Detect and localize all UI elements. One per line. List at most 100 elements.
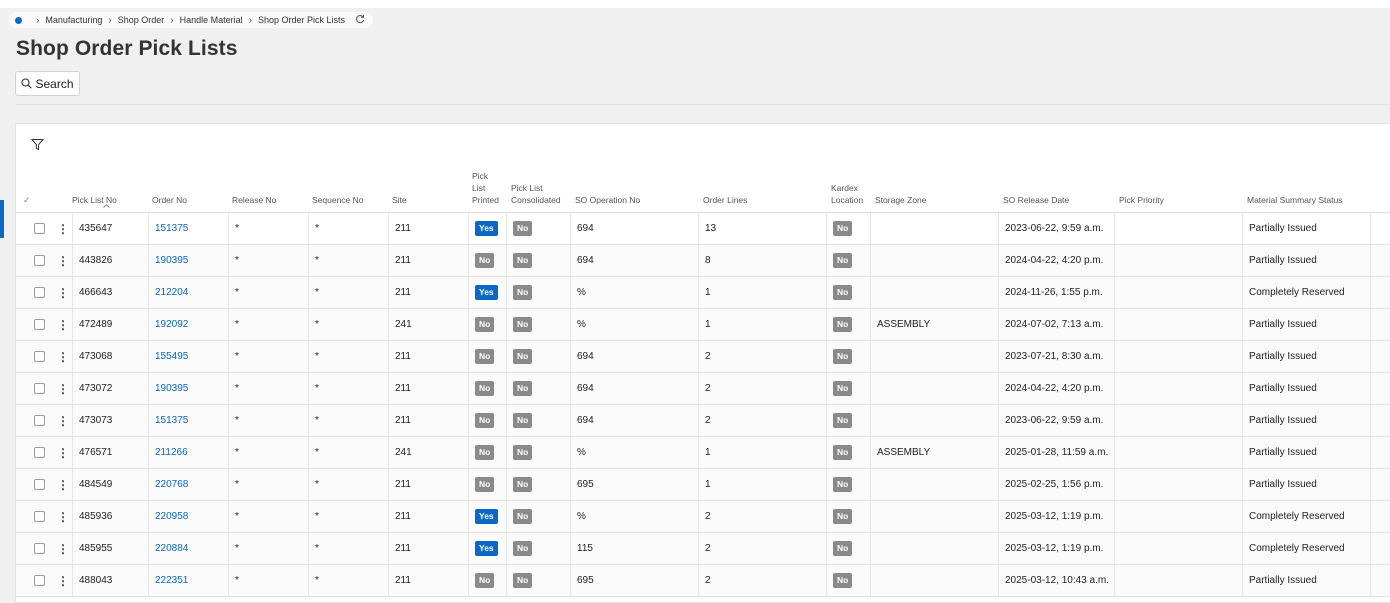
table-row[interactable]: ⋮ 485936 220958 * * 211 Yes No% 2 No 2025-03-12, 1… (16, 501, 1390, 533)
cell-order-lines: 2 (698, 565, 826, 596)
row-checkbox[interactable] (33, 287, 45, 298)
kebab-menu-icon[interactable]: ⋮ (57, 287, 69, 299)
kardex-badge: No (833, 509, 853, 524)
table-row[interactable]: ⋮ 472489 192092 * * 241 No No% 1 No ASSEMBLY 2024-0… (16, 309, 1390, 341)
order-no-link[interactable]: 220958 (155, 511, 188, 522)
table-row[interactable]: ⋮ 488043 222351 * * 211 No No 695 2 No 2025-03-12, … (16, 565, 1390, 597)
table-row[interactable]: ⋮ 473073 151375 * * 211 No No 694 2 No 2023-06-22, … (16, 405, 1390, 437)
col-site[interactable]: Site (392, 160, 472, 212)
cell-site: 211 (388, 373, 468, 404)
order-no-link[interactable]: 222351 (155, 575, 188, 586)
row-checkbox[interactable] (33, 543, 45, 554)
cell-pick-list-printed: Yes (468, 533, 506, 564)
cell-order-lines: 1 (698, 277, 826, 308)
table-row[interactable]: ⋮ 485955 220884 * * 211 Yes No 115 2 No 2025-03-12,… (16, 533, 1390, 565)
row-checkbox[interactable] (33, 351, 45, 362)
order-no-link[interactable]: 151375 (155, 223, 188, 234)
table-row[interactable]: ⋮ 466643 212204 * * 211 Yes No% 1 No 2024-11-26, 1… (16, 277, 1390, 309)
row-checkbox[interactable] (33, 511, 45, 522)
kebab-menu-icon[interactable]: ⋮ (57, 255, 69, 267)
row-checkbox[interactable] (33, 479, 45, 490)
col-order-no[interactable]: Order No (152, 160, 232, 212)
cell-material-summary-status: Partially Issued (1242, 405, 1370, 436)
order-no-link[interactable]: 211266 (155, 447, 188, 458)
order-no-link[interactable]: 192092 (155, 319, 188, 330)
cell-pick-priority (1114, 565, 1242, 596)
cell-storage-zone (870, 565, 998, 596)
consolidated-badge: No (513, 253, 533, 268)
cell-sequence-no-value: * (315, 511, 319, 522)
cell-material-summary-status: Partially Issued (1242, 213, 1370, 244)
kebab-menu-icon[interactable]: ⋮ (57, 319, 69, 331)
cell-order-lines: 2 (698, 405, 826, 436)
table-row[interactable]: ⋮ 435647 151375 * * 211 Yes No 694 13 No 2023-06-22… (16, 213, 1390, 245)
select-all-check-icon[interactable]: ✓ (23, 195, 31, 206)
sort-ascending-icon (103, 204, 110, 208)
col-release-no[interactable]: Release No (232, 160, 312, 212)
table-row[interactable]: ⋮ 476571 211266 * * 241 No No% 1 No ASSEMBLY 2025-0… (16, 437, 1390, 469)
row-checkbox (24, 341, 54, 372)
col-storage-zone[interactable]: Storage Zone (875, 160, 1003, 212)
cell-so-operation-no-value: 694 (577, 415, 594, 426)
kebab-menu-icon[interactable]: ⋮ (57, 575, 69, 587)
order-no-link[interactable]: 212204 (155, 287, 188, 298)
col-pick-list-no[interactable]: Pick List No (72, 160, 152, 212)
table-row[interactable]: ⋮ 473072 190395 * * 211 No No 694 2 No 2024-04-22, … (16, 373, 1390, 405)
kebab-menu-icon[interactable]: ⋮ (57, 543, 69, 555)
kebab-menu-icon[interactable]: ⋮ (57, 383, 69, 395)
table-row[interactable]: ⋮ 484549 220768 * * 211 No No 695 1 No 2025-02-25, … (16, 469, 1390, 501)
order-no-link[interactable]: 151375 (155, 415, 188, 426)
kebab-menu-icon[interactable]: ⋮ (57, 351, 69, 363)
row-checkbox[interactable] (33, 383, 45, 394)
row-checkbox[interactable] (33, 319, 45, 330)
col-pick-list-consolidated[interactable]: Pick List Consolidated (511, 160, 573, 212)
col-pick-priority[interactable]: Pick Priority (1119, 160, 1247, 212)
kebab-menu-icon[interactable]: ⋮ (57, 511, 69, 523)
kebab-menu-icon[interactable]: ⋮ (57, 223, 69, 235)
cell-pick-list-consolidated: No (506, 373, 570, 404)
col-kardex-location[interactable]: Kardex Location (831, 160, 875, 212)
cell-storage-zone-value: ASSEMBLY (877, 447, 931, 458)
col-so-release-date[interactable]: SO Release Date (1003, 160, 1119, 212)
search-button[interactable]: Search (15, 71, 80, 96)
kebab-menu-icon[interactable]: ⋮ (57, 479, 69, 491)
col-sequence-no[interactable]: Sequence No (312, 160, 392, 212)
cell-material-summary-status-value: Completely Reserved (1249, 543, 1345, 554)
row-checkbox[interactable] (33, 415, 45, 426)
row-checkbox[interactable] (33, 575, 45, 586)
navigator-dot-icon[interactable] (15, 16, 22, 24)
order-no-link[interactable]: 155495 (155, 351, 188, 362)
cell-site: 211 (388, 277, 468, 308)
cell-so-release-date-value: 2025-03-12, 1:19 p.m. (1005, 543, 1104, 554)
row-end-spacer (1370, 245, 1390, 276)
col-material-summary-status[interactable]: Material Summary Status (1247, 160, 1377, 212)
order-no-link[interactable]: 220768 (155, 479, 188, 490)
col-order-lines[interactable]: Order Lines (703, 160, 831, 212)
order-no-link[interactable]: 190395 (155, 383, 188, 394)
order-no-link[interactable]: 190395 (155, 255, 188, 266)
consolidated-badge: No (513, 317, 533, 332)
cell-so-operation-no-value: % (577, 447, 586, 458)
filter-icon[interactable] (30, 138, 45, 156)
breadcrumb-item-manufacturing[interactable]: Manufacturing (45, 15, 102, 25)
row-checkbox[interactable] (33, 255, 45, 266)
breadcrumb-item-shop-order[interactable]: Shop Order (118, 15, 165, 25)
cell-order-lines: 1 (698, 469, 826, 500)
col-pick-list-printed[interactable]: Pick List Printed (472, 160, 508, 212)
printed-badge: No (475, 349, 495, 364)
col-so-operation-no[interactable]: SO Operation No (575, 160, 703, 212)
kebab-menu-icon[interactable]: ⋮ (57, 447, 69, 459)
row-checkbox[interactable] (33, 447, 45, 458)
table-row[interactable]: ⋮ 443826 190395 * * 211 No No 694 8 No 2024-04-22, … (16, 245, 1390, 277)
refresh-icon[interactable] (355, 14, 365, 27)
cell-kardex-location: No (826, 565, 870, 596)
cell-release-no: * (228, 277, 308, 308)
printed-badge: No (475, 573, 495, 588)
row-checkbox[interactable] (33, 223, 45, 234)
breadcrumb-item-handle-material[interactable]: Handle Material (180, 15, 243, 25)
table-row[interactable]: ⋮ 473068 155495 * * 211 No No 694 2 No 2023-07-21, … (16, 341, 1390, 373)
kardex-badge: No (833, 445, 853, 460)
order-no-link[interactable]: 220884 (155, 543, 188, 554)
cell-material-summary-status: Partially Issued (1242, 341, 1370, 372)
kebab-menu-icon[interactable]: ⋮ (57, 415, 69, 427)
